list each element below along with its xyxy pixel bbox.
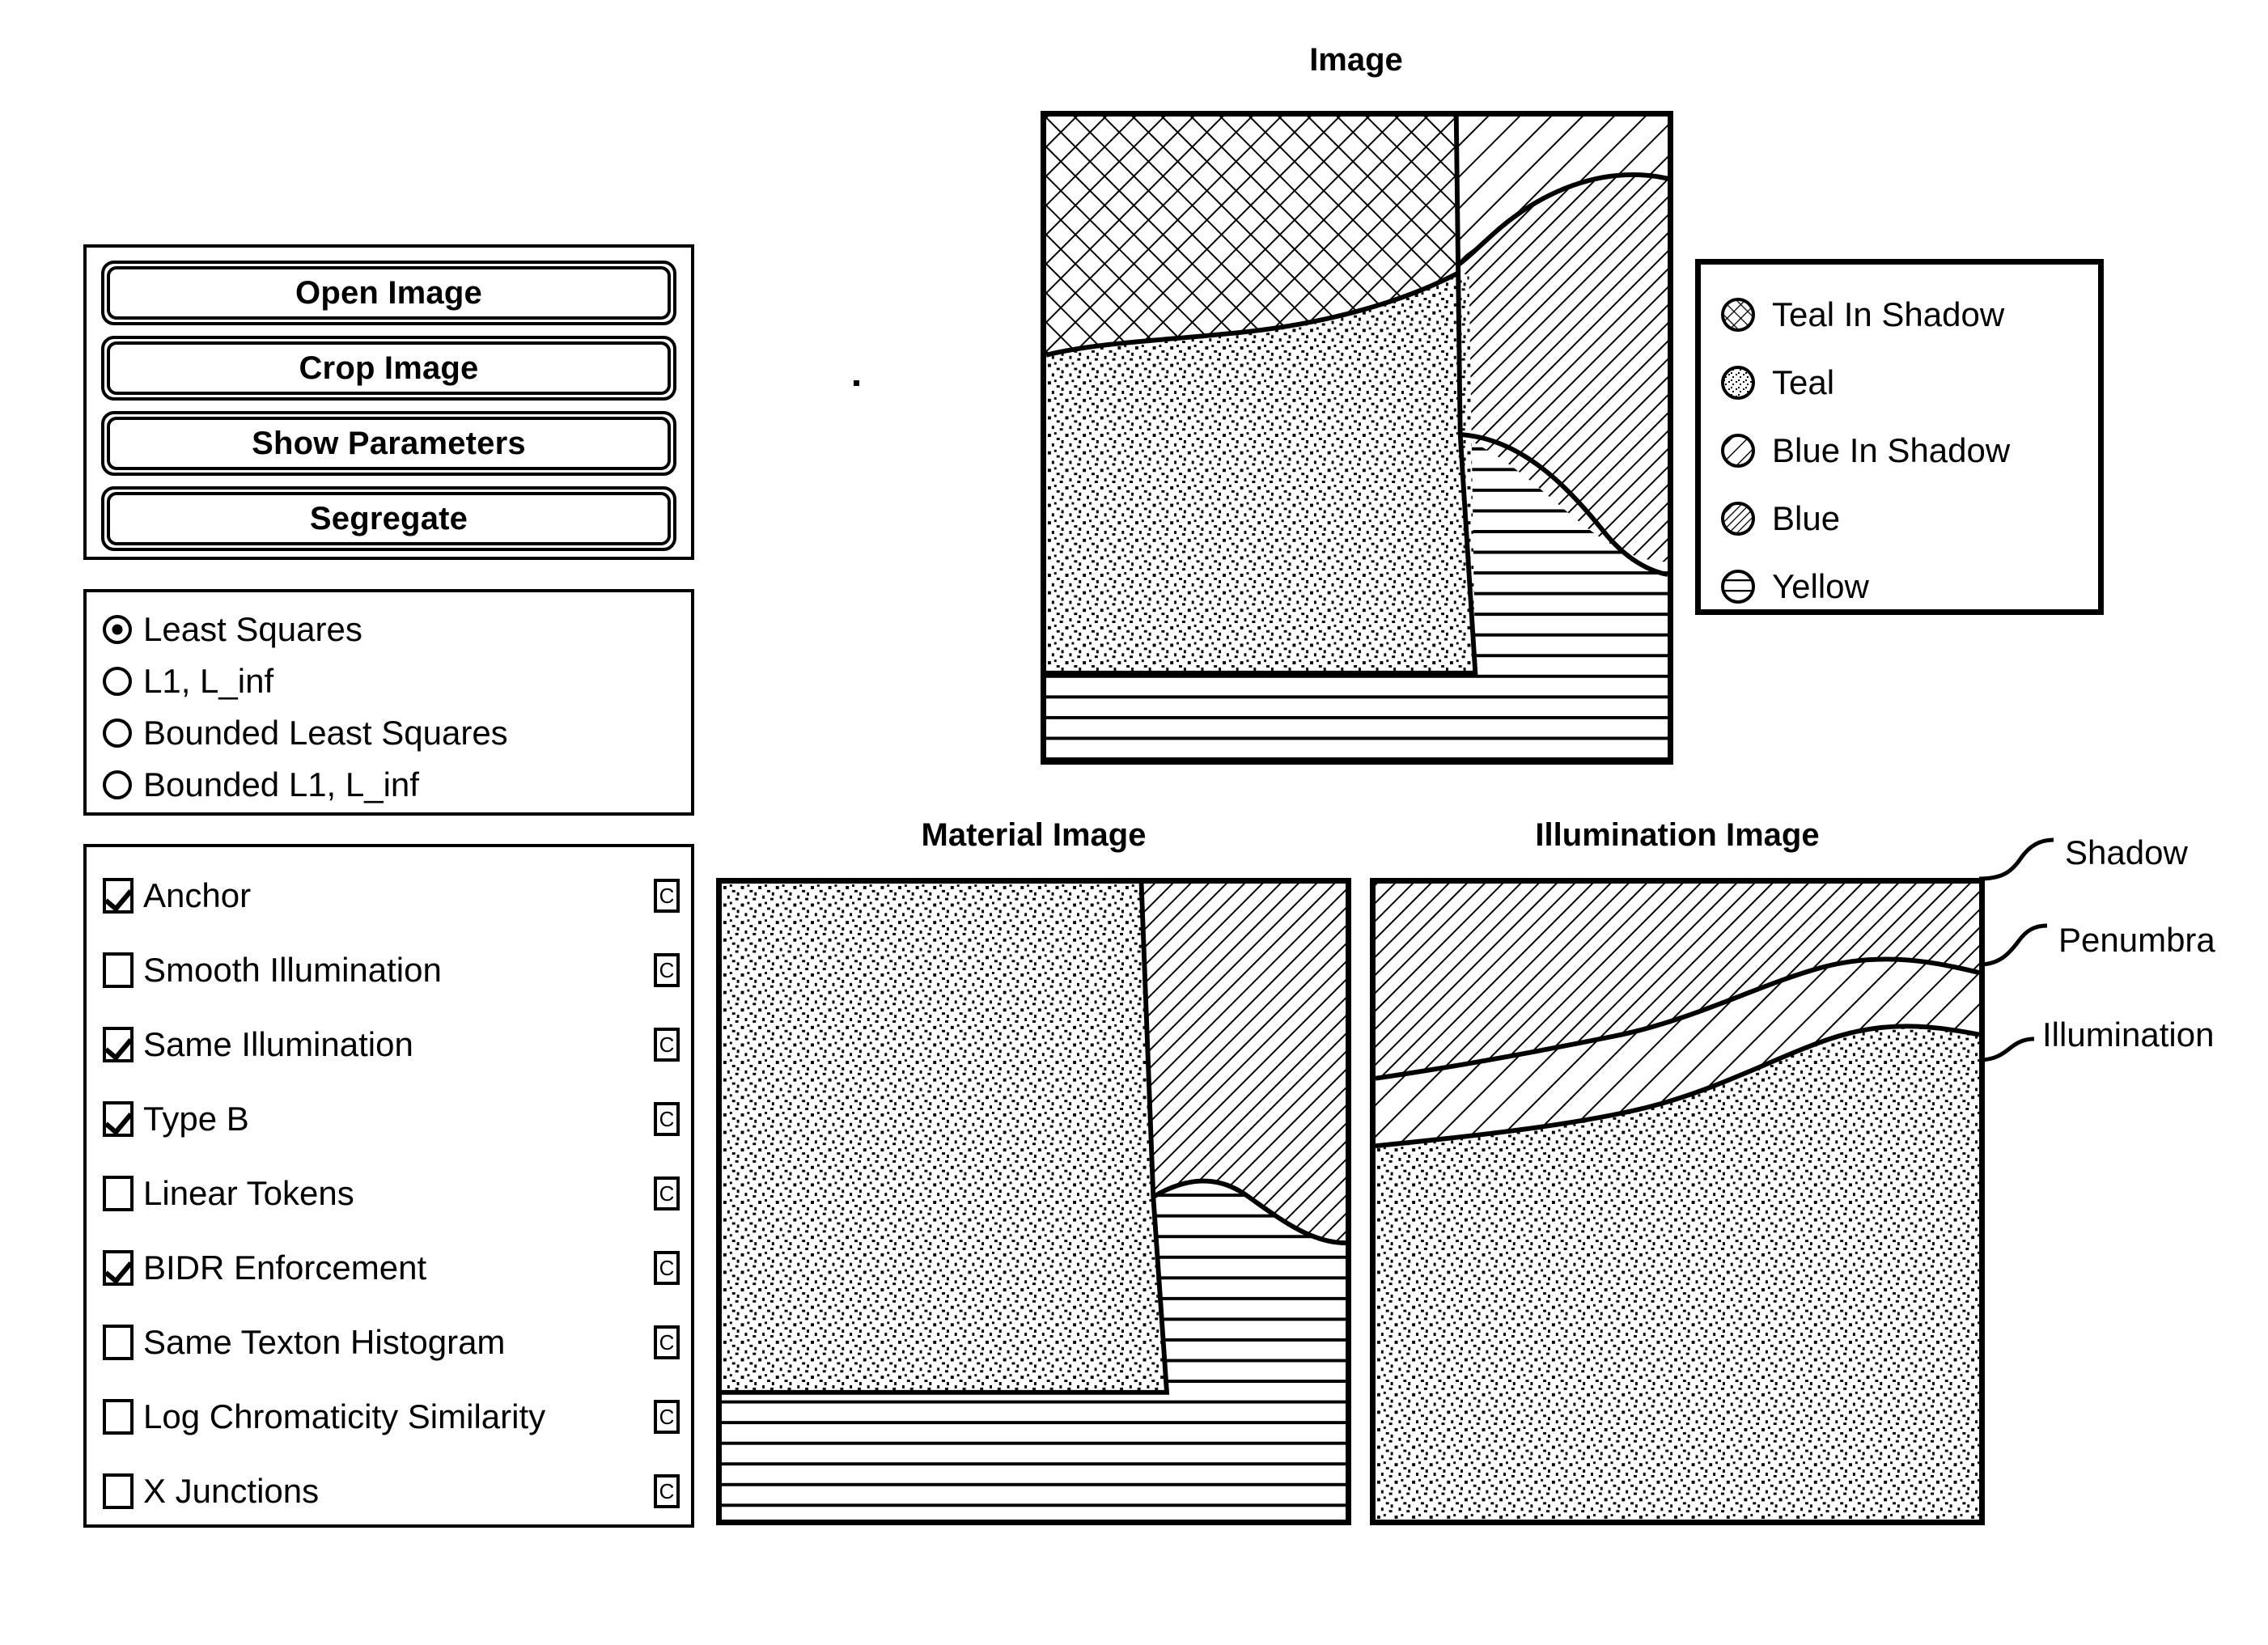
constraint-badge[interactable]: C	[654, 1400, 680, 1434]
material-image-panel[interactable]	[716, 878, 1351, 1525]
checkbox-label: Same Illumination	[143, 1025, 413, 1063]
radio-option-label: Bounded Least Squares	[143, 714, 508, 752]
checkbox-label: Same Texton Histogram	[143, 1323, 506, 1361]
checkbox-checked-icon[interactable]	[103, 1101, 134, 1137]
stipple-circle-icon	[1720, 365, 1756, 401]
legend-item-teal-in-shadow: Teal In Shadow	[1720, 281, 2098, 349]
constraint-badge[interactable]: C	[654, 1102, 680, 1136]
checkbox-row-same-texton-histogram[interactable]: Same Texton Histogram C	[103, 1305, 680, 1380]
legend-item-label: Blue	[1772, 499, 1841, 537]
constraint-badge[interactable]: C	[654, 1028, 680, 1062]
checkbox-checked-icon[interactable]	[103, 1027, 134, 1062]
radio-option-label: Least Squares	[143, 610, 362, 648]
show-parameters-button[interactable]: Show Parameters	[101, 411, 676, 476]
crop-image-button-label: Crop Image	[299, 350, 479, 386]
checkbox-unchecked-icon[interactable]	[103, 1176, 134, 1211]
horizontal-lines-circle-icon	[1720, 569, 1756, 604]
segregate-button-label: Segregate	[309, 500, 468, 536]
open-image-button[interactable]: Open Image	[101, 261, 676, 325]
checkbox-checked-icon[interactable]	[103, 878, 134, 914]
legend-item-label: Teal	[1772, 363, 1835, 401]
checkbox-label: Linear Tokens	[143, 1174, 354, 1212]
radio-option-bounded-least-squares[interactable]: Bounded Least Squares	[103, 707, 678, 759]
checkbox-row-bidr-enforcement[interactable]: BIDR Enforcement C	[103, 1231, 680, 1305]
material-image-title: Material Image	[921, 817, 1147, 853]
callout-label-penumbra: Penumbra	[2058, 921, 2215, 959]
show-parameters-button-label: Show Parameters	[252, 425, 526, 461]
print-speck	[854, 380, 859, 386]
crop-image-button[interactable]: Crop Image	[101, 336, 676, 401]
checkbox-label: Type B	[143, 1100, 249, 1138]
material-image-canvas	[722, 884, 1346, 1520]
legend-item-label: Blue In Shadow	[1772, 431, 2011, 469]
checkbox-row-anchor[interactable]: Anchor C	[103, 859, 680, 933]
radio-unselected-icon	[103, 667, 132, 696]
checkbox-label: Anchor	[143, 876, 252, 914]
solver-options-panel: Least Squares L1, L_inf Bounded Least Sq…	[83, 589, 694, 816]
legend-item-blue-in-shadow: Blue In Shadow	[1720, 417, 2098, 485]
checkbox-row-linear-tokens[interactable]: Linear Tokens C	[103, 1156, 680, 1231]
radio-unselected-icon	[103, 719, 132, 748]
constraint-badge[interactable]: C	[654, 1177, 680, 1210]
constraint-badge[interactable]: C	[654, 1474, 680, 1508]
constraint-badge[interactable]: C	[654, 1251, 680, 1285]
radio-option-bounded-l1-linf[interactable]: Bounded L1, L_inf	[103, 759, 678, 811]
checkbox-checked-icon[interactable]	[103, 1250, 134, 1286]
checkbox-unchecked-icon[interactable]	[103, 1473, 134, 1509]
sparse-diagonal-circle-icon	[1720, 433, 1756, 468]
constraint-badge[interactable]: C	[654, 879, 680, 913]
radio-option-label: Bounded L1, L_inf	[143, 765, 419, 803]
checkbox-unchecked-icon[interactable]	[103, 1399, 134, 1435]
radio-option-least-squares[interactable]: Least Squares	[103, 604, 678, 655]
segregate-button[interactable]: Segregate	[101, 486, 676, 551]
image-panel-canvas	[1046, 117, 1668, 759]
open-image-button-label: Open Image	[295, 274, 482, 311]
legend-item-blue: Blue	[1720, 485, 2098, 553]
legend-item-teal: Teal	[1720, 349, 2098, 417]
legend-item-label: Yellow	[1772, 567, 1869, 605]
checkbox-row-log-chromaticity-similarity[interactable]: Log Chromaticity Similarity C	[103, 1380, 680, 1454]
radio-option-label: L1, L_inf	[143, 662, 274, 700]
callout-label-shadow: Shadow	[2065, 833, 2188, 871]
radio-selected-icon	[103, 615, 132, 644]
image-panel[interactable]	[1041, 111, 1673, 765]
checkbox-row-type-b[interactable]: Type B C	[103, 1082, 680, 1156]
constraint-badge[interactable]: C	[654, 1325, 680, 1359]
legend-panel: Teal In Shadow Teal Blue In Shadow Blue …	[1695, 259, 2104, 615]
constraint-badge[interactable]: C	[654, 953, 680, 987]
checkbox-unchecked-icon[interactable]	[103, 952, 134, 988]
checkbox-label: X Junctions	[143, 1472, 320, 1510]
checkbox-row-smooth-illumination[interactable]: Smooth Illumination C	[103, 933, 680, 1007]
illumination-image-title: Illumination Image	[1535, 817, 1820, 853]
illumination-image-canvas	[1376, 884, 1979, 1520]
dense-diagonal-circle-icon	[1720, 501, 1756, 536]
checkbox-row-x-junctions[interactable]: X Junctions C	[103, 1454, 680, 1528]
radio-option-l1-linf[interactable]: L1, L_inf	[103, 655, 678, 707]
legend-item-label: Teal In Shadow	[1772, 295, 2005, 333]
checkbox-label: BIDR Enforcement	[143, 1249, 427, 1287]
illumination-image-panel[interactable]	[1370, 878, 1985, 1525]
radio-unselected-icon	[103, 770, 132, 799]
checkbox-row-same-illumination[interactable]: Same Illumination C	[103, 1007, 680, 1082]
constraints-panel: Anchor C Smooth Illumination C Same Illu…	[83, 844, 694, 1528]
image-panel-title: Image	[1309, 42, 1403, 78]
callout-label-illumination: Illumination	[2042, 1015, 2215, 1054]
actions-panel: Open Image Crop Image Show Parameters Se…	[83, 244, 694, 560]
legend-item-yellow: Yellow	[1720, 553, 2098, 621]
checkbox-unchecked-icon[interactable]	[103, 1325, 134, 1360]
checkbox-label: Log Chromaticity Similarity	[143, 1397, 546, 1435]
crosshatch-circle-icon	[1720, 297, 1756, 333]
checkbox-label: Smooth Illumination	[143, 951, 442, 989]
